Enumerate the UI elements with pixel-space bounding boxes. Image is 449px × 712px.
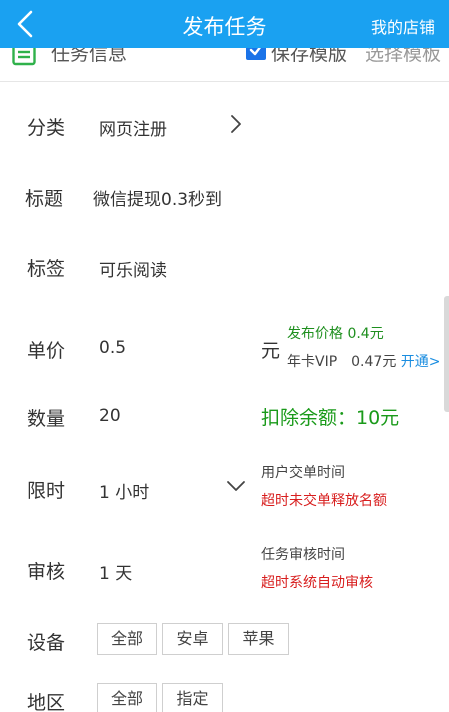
region-label: 地区	[27, 692, 66, 712]
choose-template-link[interactable]: 选择模板	[365, 48, 441, 66]
chevron-right-icon[interactable]	[229, 114, 243, 134]
price-input[interactable]: 0.5	[99, 338, 126, 358]
app-header: 发布任务 我的店铺	[0, 0, 449, 48]
list-icon	[12, 48, 36, 66]
review-select[interactable]: 1 天	[99, 559, 132, 584]
category-label: 分类	[27, 117, 66, 139]
tag-input[interactable]: 可乐阅读	[99, 256, 167, 281]
device-option-ios[interactable]: 苹果	[228, 623, 289, 655]
region-option-specified[interactable]: 指定	[162, 683, 223, 712]
vip-price-text: 年卡VIP 0.47元	[287, 354, 397, 370]
task-info-title: 任务信息	[51, 48, 128, 65]
publish-price-text: 发布价格 0.4元	[287, 326, 384, 342]
category-value[interactable]: 网页注册	[99, 115, 167, 140]
review-timeout-note: 超时系统自动审核	[261, 575, 373, 591]
title-label: 标题	[25, 188, 64, 210]
review-label: 审核	[27, 561, 66, 583]
title-input[interactable]: 微信提现0.3秒到	[93, 185, 222, 210]
review-time-title: 任务审核时间	[261, 547, 345, 563]
vip-price-row: 年卡VIP 0.47元 开通>	[287, 351, 441, 371]
region-option-all[interactable]: 全部	[97, 683, 157, 712]
quantity-input[interactable]: 20	[99, 406, 121, 426]
quantity-label: 数量	[27, 408, 66, 430]
time-limit-label: 限时	[27, 480, 66, 502]
deduct-balance-text: 扣除余额：10元	[261, 407, 400, 429]
chevron-down-icon[interactable]	[226, 479, 246, 493]
device-label: 设备	[27, 632, 66, 654]
my-store-link[interactable]: 我的店铺	[371, 14, 435, 38]
save-template-checkbox-icon[interactable]	[246, 48, 266, 60]
vip-open-link[interactable]: 开通>	[401, 354, 441, 370]
scrollbar-handle[interactable]	[444, 296, 449, 412]
price-label: 单价	[27, 340, 66, 362]
task-info-bar: 任务信息 保存模版 选择模板	[0, 48, 449, 82]
save-template-label[interactable]: 保存模版	[271, 48, 347, 66]
back-arrow-icon[interactable]	[14, 10, 38, 38]
submit-time-title: 用户交单时间	[261, 465, 345, 481]
time-limit-select[interactable]: 1 小时	[99, 478, 149, 503]
device-option-all[interactable]: 全部	[97, 623, 157, 655]
price-unit: 元	[261, 340, 281, 362]
device-option-android[interactable]: 安卓	[162, 623, 223, 655]
tag-label: 标签	[27, 258, 66, 280]
submit-timeout-note: 超时未交单释放名额	[261, 493, 387, 509]
